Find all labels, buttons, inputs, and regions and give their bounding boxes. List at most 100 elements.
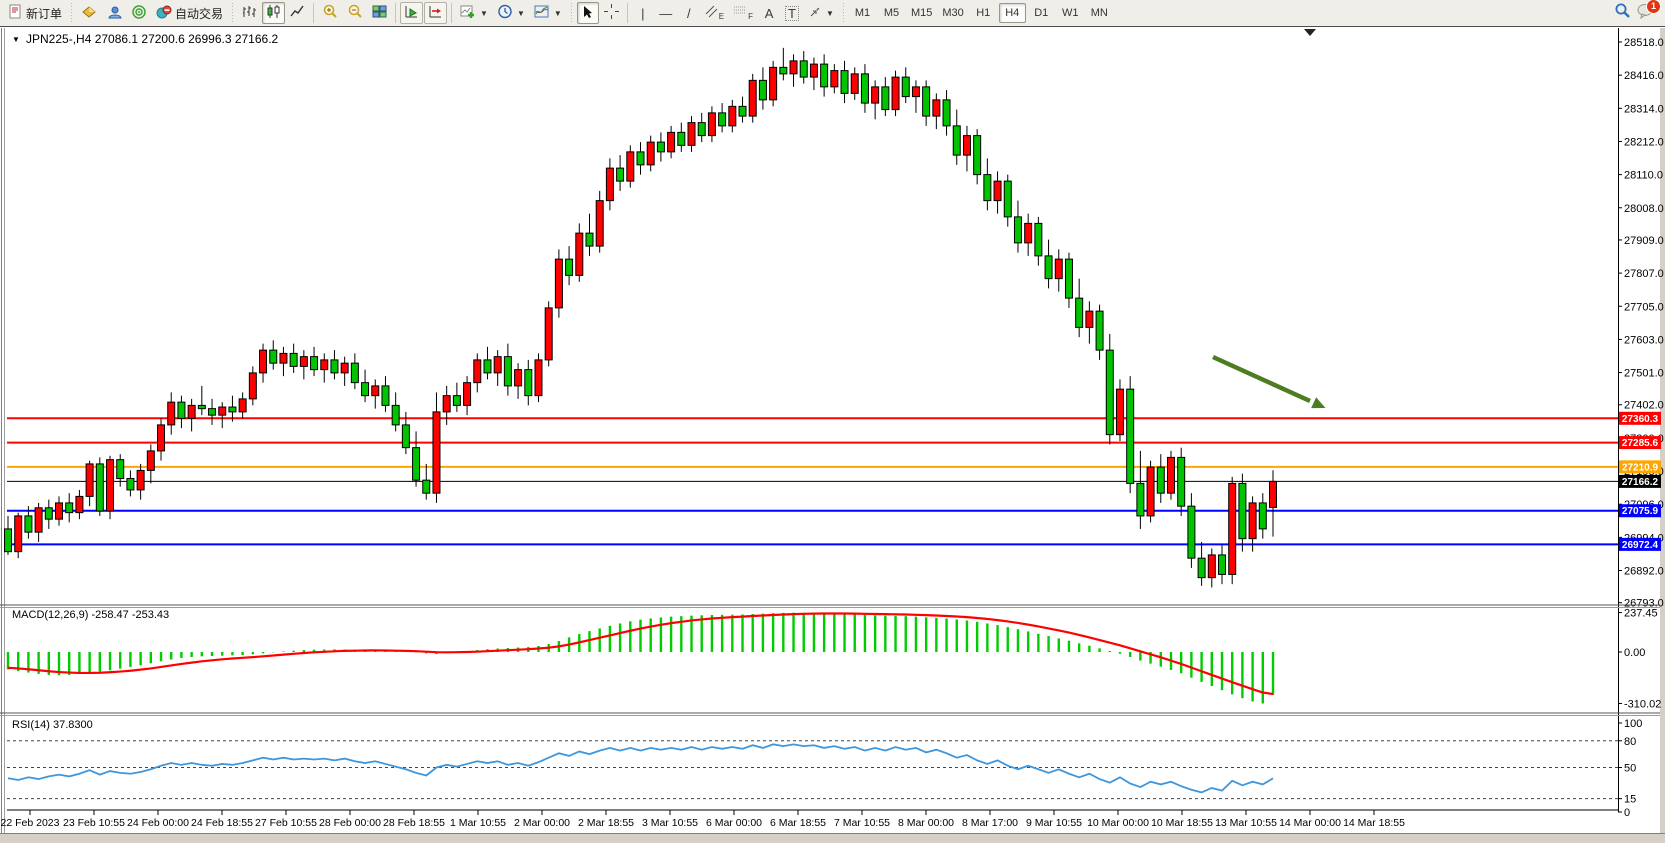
notification-badge: 1 bbox=[1646, 0, 1661, 14]
svg-text:27807.0: 27807.0 bbox=[1624, 268, 1664, 280]
channel-sub-label: E bbox=[719, 12, 724, 21]
timeframe-button-w1[interactable]: W1 bbox=[1057, 3, 1084, 23]
chart-background bbox=[0, 28, 1665, 843]
timeframe-button-m15[interactable]: M15 bbox=[907, 3, 936, 23]
templates-icon bbox=[534, 4, 550, 22]
line-chart-button[interactable] bbox=[286, 2, 309, 24]
text-icon: A bbox=[765, 7, 774, 20]
svg-text:24 Feb 00:00: 24 Feb 00:00 bbox=[127, 817, 189, 829]
bar-chart-button[interactable] bbox=[238, 2, 261, 24]
timeframe-group: M1M5M15M30H1H4D1W1MN bbox=[849, 3, 1113, 23]
svg-text:27909.0: 27909.0 bbox=[1624, 235, 1664, 247]
timeframe-button-h1[interactable]: H1 bbox=[970, 3, 997, 23]
text-button[interactable]: A bbox=[758, 2, 780, 24]
toolbar-drag-handle[interactable] bbox=[69, 3, 74, 23]
templates-button[interactable]: ▼ bbox=[530, 2, 566, 24]
svg-text:27705.0: 27705.0 bbox=[1624, 301, 1664, 313]
toolbar-separator bbox=[313, 3, 314, 23]
crosshair-button[interactable] bbox=[600, 2, 623, 24]
vertical-line-icon: | bbox=[641, 7, 644, 20]
toolbar-drag-handle[interactable] bbox=[569, 3, 574, 23]
svg-text:13 Mar 10:55: 13 Mar 10:55 bbox=[1215, 817, 1277, 829]
equidistant-channel-button[interactable]: E bbox=[701, 2, 728, 24]
auto-trading-label: 自动交易 bbox=[175, 5, 223, 22]
symbol-period-label: JPN225-,H4 27086.1 27200.6 26996.3 27166… bbox=[26, 32, 279, 46]
search-icon[interactable] bbox=[1614, 2, 1631, 24]
chart-window[interactable]: 28518.028416.028314.028212.028110.028008… bbox=[0, 28, 1665, 843]
timeframe-button-mn[interactable]: MN bbox=[1086, 3, 1113, 23]
new-order-button[interactable]: 新订单 bbox=[4, 2, 66, 24]
svg-text:28 Feb 18:55: 28 Feb 18:55 bbox=[383, 817, 445, 829]
macd-label: MACD(12,26,9) -258.47 -253.43 bbox=[12, 609, 169, 621]
svg-text:28212.0: 28212.0 bbox=[1624, 136, 1664, 148]
timeframe-button-m1[interactable]: M1 bbox=[849, 3, 876, 23]
timeframe-button-d1[interactable]: D1 bbox=[1028, 3, 1055, 23]
svg-text:0.00: 0.00 bbox=[1624, 647, 1645, 659]
svg-text:27285.6: 27285.6 bbox=[1622, 438, 1659, 449]
fibonacci-button[interactable]: F bbox=[729, 2, 757, 24]
svg-text:28416.0: 28416.0 bbox=[1624, 70, 1664, 82]
timeframe-button-m30[interactable]: M30 bbox=[938, 3, 967, 23]
svg-text:9 Mar 10:55: 9 Mar 10:55 bbox=[1026, 817, 1082, 829]
svg-text:8 Mar 17:00: 8 Mar 17:00 bbox=[962, 817, 1018, 829]
notifications-button[interactable]: 1 bbox=[1637, 3, 1655, 24]
svg-text:24 Feb 18:55: 24 Feb 18:55 bbox=[191, 817, 253, 829]
svg-text:14 Mar 18:55: 14 Mar 18:55 bbox=[1343, 817, 1405, 829]
auto-trading-button[interactable]: 自动交易 bbox=[152, 2, 227, 24]
trendline-button[interactable]: / bbox=[678, 2, 700, 24]
zoom-out-button[interactable] bbox=[343, 2, 367, 24]
gold-icon bbox=[81, 5, 97, 22]
svg-text:27360.3: 27360.3 bbox=[1622, 414, 1659, 425]
fibonacci-sub-label: F bbox=[748, 12, 753, 21]
signals-button[interactable] bbox=[127, 2, 151, 24]
auto-scroll-button[interactable] bbox=[400, 2, 423, 24]
vertical-line-button[interactable]: | bbox=[632, 2, 654, 24]
svg-text:10 Mar 18:55: 10 Mar 18:55 bbox=[1151, 817, 1213, 829]
main-toolbar: 新订单 自动交易 bbox=[0, 0, 1665, 27]
zoom-out-icon bbox=[347, 4, 363, 22]
arrows-button[interactable]: ▼ bbox=[804, 2, 838, 24]
indicators-icon bbox=[460, 4, 476, 22]
svg-text:2 Mar 18:55: 2 Mar 18:55 bbox=[578, 817, 634, 829]
chart-title: ▼JPN225-,H4 27086.1 27200.6 26996.3 2716… bbox=[12, 32, 279, 46]
timeframe-button-m5[interactable]: M5 bbox=[878, 3, 905, 23]
trading-platform-window: 新订单 自动交易 bbox=[0, 0, 1665, 843]
zoom-in-icon bbox=[322, 4, 338, 22]
svg-text:28518.0: 28518.0 bbox=[1624, 37, 1664, 49]
toolbar-drag-handle[interactable] bbox=[230, 3, 235, 23]
svg-text:22 Feb 2023: 22 Feb 2023 bbox=[1, 817, 60, 829]
tile-windows-button[interactable] bbox=[368, 2, 391, 24]
svg-text:10 Mar 00:00: 10 Mar 00:00 bbox=[1087, 817, 1149, 829]
templates-caret-icon: ▼ bbox=[554, 9, 562, 18]
crosshair-icon bbox=[604, 4, 619, 22]
zoom-in-button[interactable] bbox=[318, 2, 342, 24]
tile-windows-icon bbox=[372, 4, 387, 22]
new-order-icon bbox=[8, 4, 23, 22]
svg-text:1 Mar 10:55: 1 Mar 10:55 bbox=[450, 817, 506, 829]
toolbar-drag-handle[interactable] bbox=[841, 3, 846, 23]
fibonacci-icon bbox=[733, 5, 747, 21]
indicators-button[interactable]: ▼ bbox=[456, 2, 492, 24]
market-watch-button[interactable] bbox=[77, 2, 101, 24]
svg-text:28 Feb 00:00: 28 Feb 00:00 bbox=[319, 817, 381, 829]
svg-text:6 Mar 00:00: 6 Mar 00:00 bbox=[706, 817, 762, 829]
profile-button[interactable] bbox=[102, 2, 126, 24]
svg-text:26892.0: 26892.0 bbox=[1624, 566, 1664, 578]
periods-caret-icon: ▼ bbox=[517, 9, 525, 18]
cursor-button[interactable] bbox=[577, 2, 599, 24]
periods-clock-icon bbox=[497, 4, 513, 22]
svg-text:0: 0 bbox=[1624, 807, 1630, 819]
chart-shift-button[interactable] bbox=[424, 2, 447, 24]
svg-text:14 Mar 00:00: 14 Mar 00:00 bbox=[1279, 817, 1341, 829]
candlestick-chart-button[interactable] bbox=[262, 2, 285, 24]
bottom-edge-strip bbox=[0, 833, 1665, 843]
svg-text:15: 15 bbox=[1624, 794, 1636, 806]
timeframe-button-h4[interactable]: H4 bbox=[999, 3, 1026, 23]
svg-text:50: 50 bbox=[1624, 763, 1636, 775]
line-chart-icon bbox=[290, 4, 305, 22]
text-label-button[interactable]: T bbox=[781, 2, 803, 24]
periods-button[interactable]: ▼ bbox=[493, 2, 529, 24]
svg-text:80: 80 bbox=[1624, 736, 1636, 748]
svg-text:-310.02: -310.02 bbox=[1624, 698, 1661, 710]
horizontal-line-button[interactable]: — bbox=[655, 2, 677, 24]
